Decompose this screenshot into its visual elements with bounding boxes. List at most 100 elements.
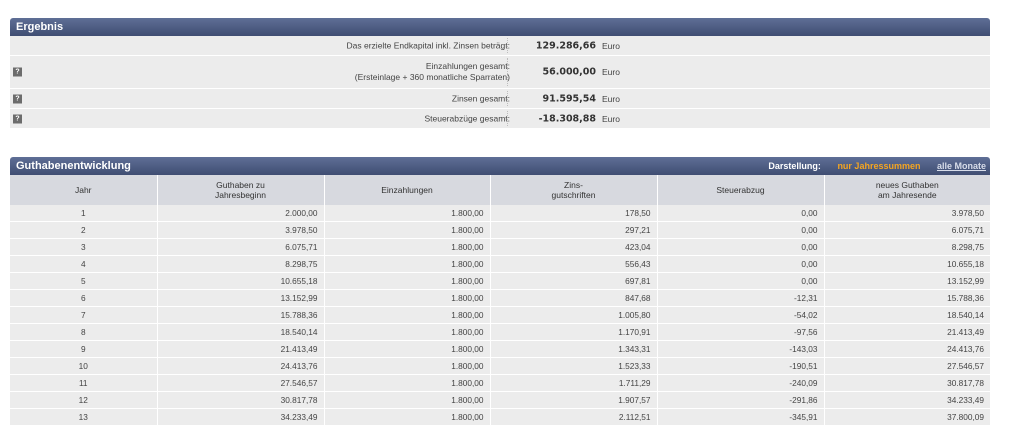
ergebnis-value: 56.000,00 [542,66,597,78]
table-row: 6 13.152,99 1.800,00 847,68 -12,31 15.788,36 [10,289,990,307]
table-cell: 13 [10,408,158,426]
table-cell: 1.800,00 [324,323,491,341]
table-cell: 3.978,50 [824,205,990,222]
ergebnis-unit: Euro [602,113,620,124]
table-cell: 297,21 [490,221,658,239]
table-cell: 2 [10,221,158,239]
option-alle-monate-link[interactable]: alle Monate [937,161,986,171]
table-row: 12 30.817,78 1.800,00 1.907,57 -291,86 34.233… [10,391,990,409]
help-icon[interactable]: ? [13,114,22,123]
ergebnis-row: ? Zinsen gesamt: 91.595,54 Euro [10,89,990,109]
table-row: 1 2.000,00 1.800,00 178,50 0,00 3.978,50 [10,205,990,222]
table-cell: -291,86 [657,391,825,409]
table-cell: 1.800,00 [324,357,491,375]
column-header-line: Einzahlungen [381,185,433,195]
table-cell: 24.413,76 [157,357,325,375]
ergebnis-label-line: Steuerabzüge gesamt: [424,113,510,123]
ergebnis-row: ? Steuerabzüge gesamt: -18.308,88 Euro [10,109,990,129]
divider [507,91,508,106]
column-header: Guthaben zu Jahresbeginn [157,175,325,205]
table-cell: -54,02 [657,306,825,324]
guthaben-title: Guthabenentwicklung [16,160,131,172]
ergebnis-row: Das erzielte Endkapital inkl. Zinsen bet… [10,36,990,56]
table-row: 4 8.298,75 1.800,00 556,43 0,00 10.655,18 [10,255,990,273]
table-cell: 1.800,00 [324,205,491,222]
table-cell: 1.800,00 [324,306,491,324]
table-cell: 6 [10,289,158,307]
column-header-line: Steuerabzug [716,185,765,195]
guthaben-table: Jahr Guthaben zu Jahresbeginn Einzahlungen Z… [10,175,990,426]
table-cell: 423,04 [490,238,658,256]
darstellung-controls: Darstellung: nur Jahressummen alle Monat… [768,157,986,175]
table-cell: -12,31 [657,289,825,307]
divider [507,58,508,86]
ergebnis-label-line: Zinsen gesamt: [451,93,510,103]
help-icon[interactable]: ? [13,94,22,103]
table-cell: 1.907,57 [490,391,658,409]
table-cell: 10.655,18 [157,272,325,290]
table-cell: 34.233,49 [157,408,325,426]
table-cell: 13.152,99 [824,272,990,290]
column-header-line: Guthaben zu [216,180,265,190]
table-cell: 1.800,00 [324,340,491,358]
table-cell: -345,91 [657,408,825,426]
table-cell: 12 [10,391,158,409]
column-header-subline: gutschriften [551,190,596,200]
ergebnis-label: Zinsen gesamt: [110,93,510,104]
table-cell: 11 [10,374,158,392]
table-cell: 1.800,00 [324,289,491,307]
table-cell: 21.413,49 [824,323,990,341]
option-jahressummen[interactable]: nur Jahressummen [837,161,920,171]
table-cell: 697,81 [490,272,658,290]
table-cell: 30.817,78 [824,374,990,392]
column-header-line: Zins- [564,180,583,190]
table-cell: 1.170,91 [490,323,658,341]
table-cell: 0,00 [657,255,825,273]
table-cell: 1.711,29 [490,374,658,392]
column-header-line: Jahr [74,185,92,195]
table-row: 5 10.655,18 1.800,00 697,81 0,00 13.152,99 [10,272,990,290]
help-icon[interactable]: ? [13,67,22,77]
table-row: 10 24.413,76 1.800,00 1.523,33 -190,51 27.546… [10,357,990,375]
table-cell: -240,09 [657,374,825,392]
table-cell: 1.800,00 [324,272,491,290]
table-cell: 27.546,57 [824,357,990,375]
ergebnis-unit: Euro [602,67,620,77]
ergebnis-label: Einzahlungen gesamt: (Ersteinlage + 360 m… [110,61,510,83]
table-cell: 3 [10,238,158,256]
ergebnis-row: ? Einzahlungen gesamt: (Ersteinlage + 360 … [10,56,990,89]
table-cell: 0,00 [657,205,825,222]
table-cell: 18.540,14 [824,306,990,324]
table-row: 2 3.978,50 1.800,00 297,21 0,00 6.075,71 [10,221,990,239]
table-cell: 1.343,31 [490,340,658,358]
table-row: 9 21.413,49 1.800,00 1.343,31 -143,03 24.413,… [10,340,990,358]
ergebnis-label-line: Das erzielte Endkapital inkl. Zinsen bet… [346,40,510,50]
table-cell: 1.800,00 [324,255,491,273]
table-cell: 5 [10,272,158,290]
ergebnis-unit: Euro [602,40,620,51]
table-cell: 2.000,00 [157,205,325,222]
table-cell: 1.005,80 [490,306,658,324]
table-cell: 27.546,57 [157,374,325,392]
table-cell: 7 [10,306,158,324]
table-cell: 1.800,00 [324,221,491,239]
table-cell: 18.540,14 [157,323,325,341]
table-cell: 0,00 [657,272,825,290]
column-header-subline: Jahresbeginn [214,190,267,200]
table-cell: 37.800,09 [824,408,990,426]
table-cell: -190,51 [657,357,825,375]
table-cell: 8.298,75 [824,238,990,256]
table-cell: 6.075,71 [157,238,325,256]
ergebnis-label: Das erzielte Endkapital inkl. Zinsen bet… [110,40,510,51]
table-cell: 1.800,00 [324,408,491,426]
table-cell: 2.112,51 [490,408,658,426]
table-cell: 0,00 [657,221,825,239]
column-header-line: neues Guthaben [875,180,939,190]
table-cell: 15.788,36 [824,289,990,307]
table-row: 8 18.540,14 1.800,00 1.170,91 -97,56 21.413,4… [10,323,990,341]
table-body: 1 2.000,00 1.800,00 178,50 0,00 3.978,50 2 3.97… [10,205,990,426]
ergebnis-value: 129.286,66 [535,40,596,51]
table-cell: 556,43 [490,255,658,273]
table-cell: -143,03 [657,340,825,358]
column-header: neues Guthaben am Jahresende [824,175,990,205]
